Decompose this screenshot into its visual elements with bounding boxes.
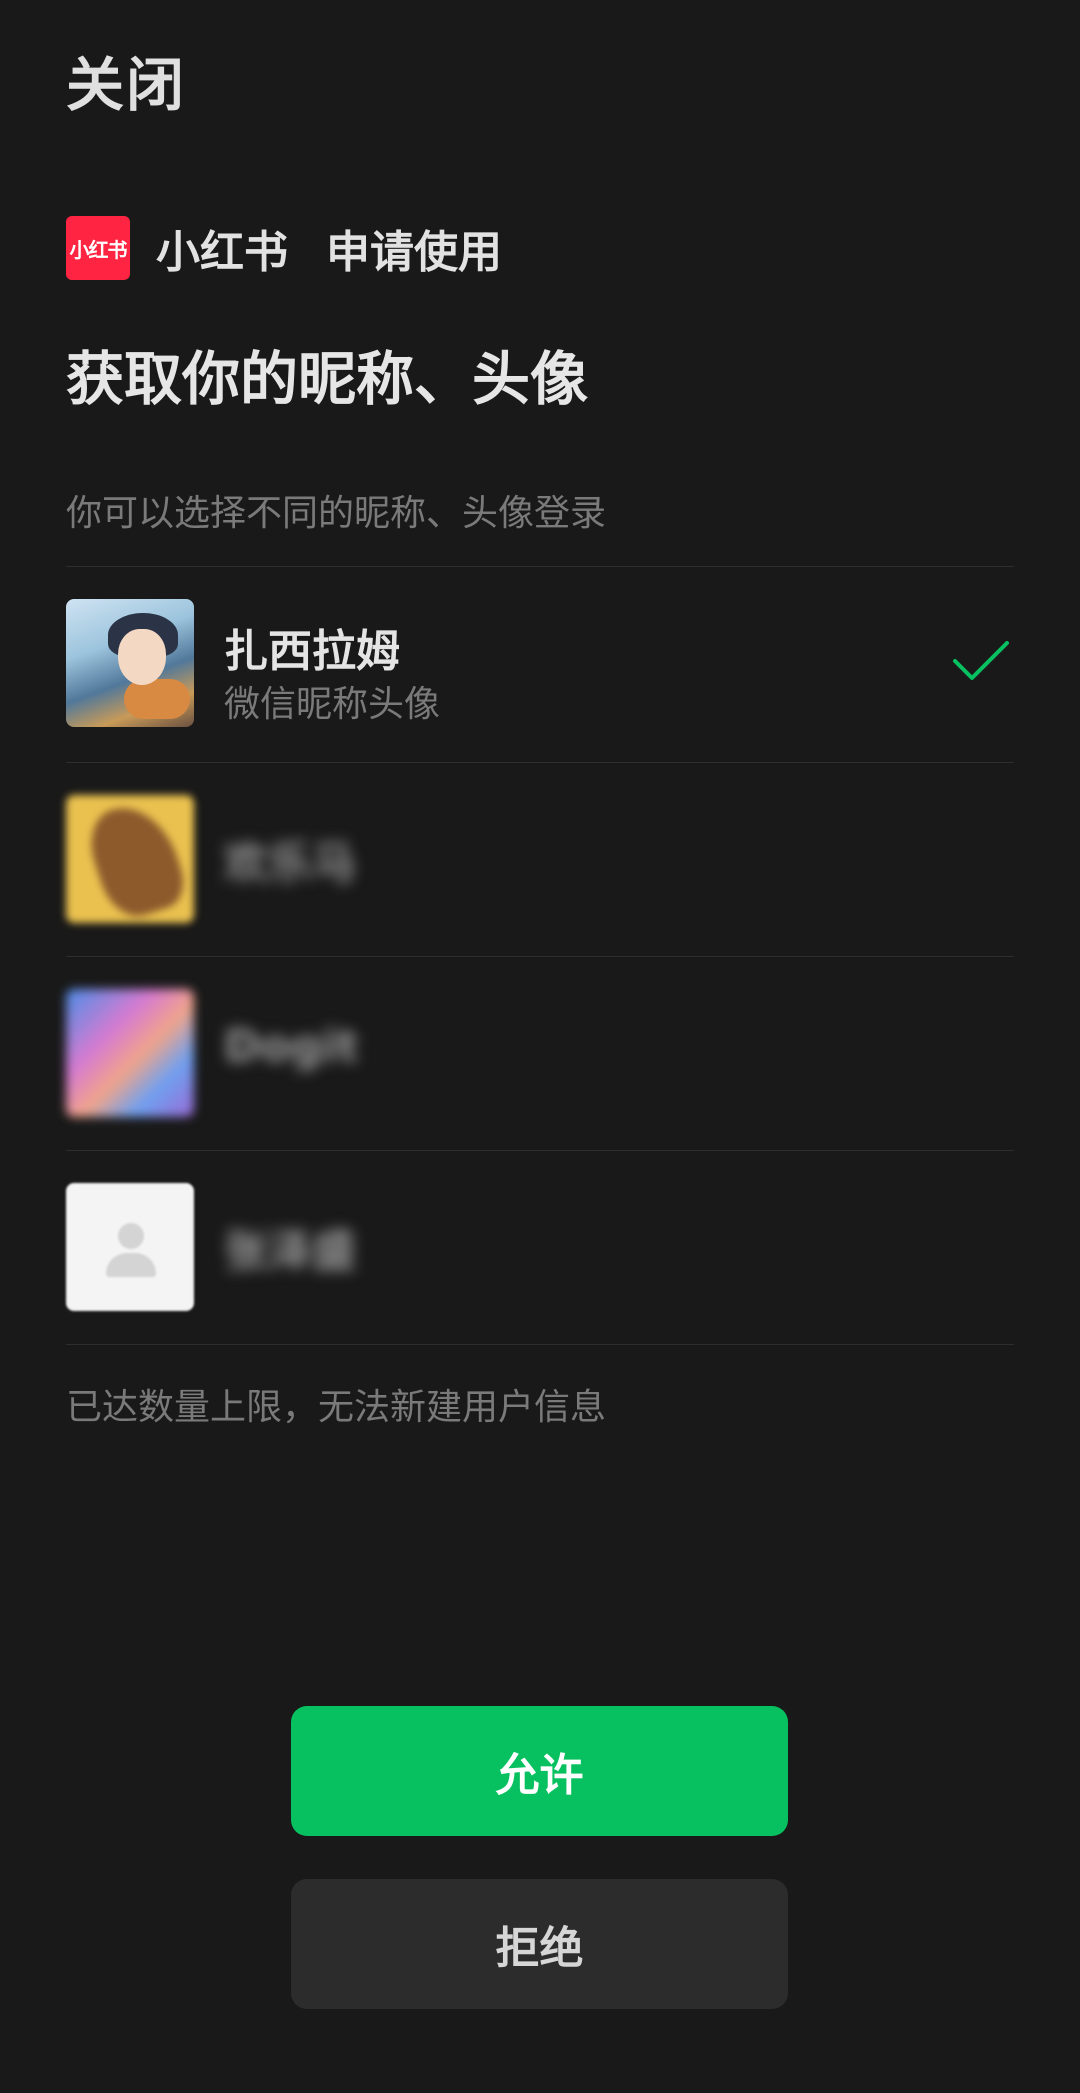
deny-button[interactable]: 拒绝 bbox=[291, 1879, 788, 2009]
default-avatar-icon bbox=[66, 1183, 194, 1311]
subtitle: 你可以选择不同的昵称、头像登录 bbox=[66, 493, 607, 534]
account-option-3[interactable]: Dogit bbox=[66, 957, 1014, 1151]
authorization-page: 关闭 小红书 小红书 申请使用 获取你的昵称、头像 你可以选择不同的昵称、头像登… bbox=[0, 0, 1080, 2093]
limit-note: 已达数量上限，无法新建用户信息 bbox=[66, 1387, 607, 1428]
avatar bbox=[66, 795, 194, 923]
close-button[interactable]: 关闭 bbox=[66, 38, 186, 122]
account-name: Dogit bbox=[224, 1021, 359, 1072]
account-subtitle: 微信昵称头像 bbox=[224, 684, 441, 725]
xiaohongshu-logo-icon: 小红书 bbox=[66, 216, 130, 280]
account-option-2[interactable]: 欢乐马 bbox=[66, 763, 1014, 957]
account-option-4[interactable]: 张泽盛 bbox=[66, 1151, 1014, 1345]
account-option-1[interactable]: 扎西拉姆 微信昵称头像 bbox=[66, 567, 1014, 761]
account-name: 张泽盛 bbox=[224, 1226, 356, 1277]
app-request-row: 小红书 小红书 申请使用 bbox=[66, 215, 502, 281]
allow-button[interactable]: 允许 bbox=[291, 1706, 788, 1836]
avatar bbox=[66, 989, 194, 1117]
check-icon bbox=[953, 641, 1009, 680]
avatar bbox=[66, 599, 194, 727]
app-name: 小红书 bbox=[156, 227, 288, 278]
page-title: 获取你的昵称、头像 bbox=[66, 345, 589, 413]
account-name: 扎西拉姆 bbox=[224, 626, 400, 677]
divider bbox=[66, 1344, 1014, 1345]
account-name: 欢乐马 bbox=[224, 838, 356, 889]
request-text: 申请使用 bbox=[326, 227, 502, 278]
